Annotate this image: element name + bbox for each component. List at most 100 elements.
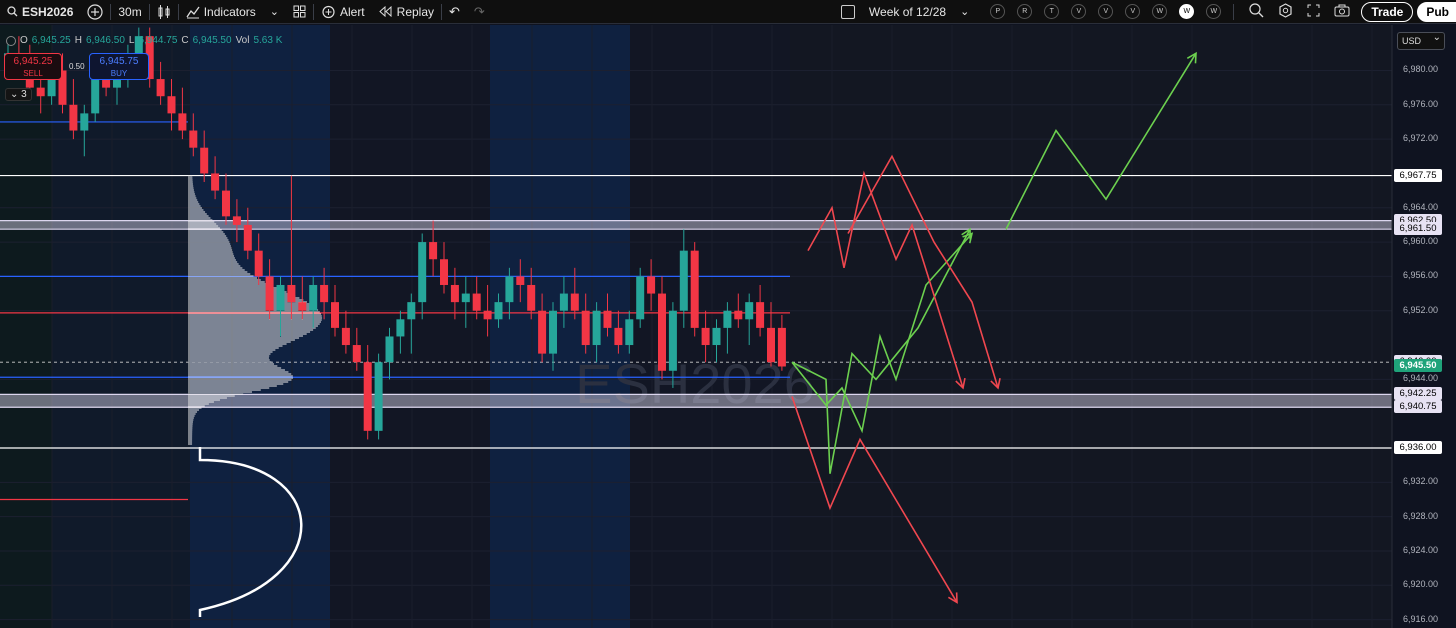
settings-button[interactable] <box>1271 0 1300 24</box>
quick-search-button[interactable] <box>1242 0 1271 24</box>
publish-button[interactable]: Pub <box>1417 0 1456 24</box>
price-tick: 6,932.00 <box>1403 476 1439 487</box>
candle-body <box>581 310 590 346</box>
candle-body <box>265 276 274 311</box>
legend-dot <box>6 35 16 46</box>
snapshot-button[interactable] <box>1327 0 1357 24</box>
price-label: 6,940.75 <box>1394 400 1442 414</box>
candle-body <box>647 276 656 294</box>
ohlc-legend: O 6,945.25 H 6,946.50 L 6,944.75 C 6,945.50 … <box>6 35 282 46</box>
candle-body <box>309 284 318 311</box>
candle-body <box>625 319 634 346</box>
compare-button[interactable] <box>80 0 110 24</box>
candle-body <box>745 302 754 320</box>
candle-body <box>167 96 176 114</box>
day-button[interactable]: W <box>1206 4 1222 19</box>
redo-button[interactable]: ↷ <box>467 0 492 24</box>
candle-body <box>756 302 765 328</box>
candle-body <box>777 327 786 367</box>
candle-body <box>440 259 448 285</box>
chart-type-button[interactable] <box>150 0 178 24</box>
vol-label: Vol <box>235 35 250 46</box>
day-button[interactable]: W <box>1179 4 1195 19</box>
buy-label: BUY <box>110 69 128 78</box>
candle-body <box>690 250 699 328</box>
c-label: C <box>181 35 189 46</box>
l-label: L <box>128 35 135 46</box>
price-tick: 6,964.00 <box>1403 201 1439 212</box>
layouts-button[interactable] <box>286 0 313 24</box>
candle-body <box>570 293 579 311</box>
day-button[interactable]: W <box>1152 4 1168 19</box>
replay-label: Replay <box>396 4 435 19</box>
candle-body <box>559 293 568 311</box>
vol-value: 5.63 K <box>253 35 283 46</box>
alert-button[interactable]: Alert <box>314 0 372 24</box>
camera-icon <box>1334 4 1350 20</box>
candle-body <box>80 113 89 131</box>
layout-grid-icon <box>293 5 306 18</box>
top-toolbar: ESH2026 30m Indicators ⌄ Alert Replay ↶ … <box>0 0 1456 24</box>
chevron-down-icon: ⌄ <box>10 89 19 100</box>
interval-button[interactable]: 30m <box>111 0 148 24</box>
candle-body <box>712 327 721 346</box>
candle-body <box>352 345 361 363</box>
fullscreen-button[interactable] <box>1300 0 1327 24</box>
candle-body <box>538 310 547 354</box>
candle-body <box>603 310 612 328</box>
day-selector: PRTVVVWWW <box>986 0 1225 24</box>
candle-body <box>679 250 688 311</box>
day-button[interactable]: V <box>1098 4 1114 19</box>
price-tick: 6,924.00 <box>1403 544 1439 555</box>
price-tick: 6,952.00 <box>1403 304 1439 315</box>
candle-body <box>178 113 187 131</box>
currency-select[interactable]: USD <box>1397 32 1445 50</box>
symbol-label: ESH2026 <box>22 4 74 19</box>
candle-body <box>156 79 165 97</box>
price-tick: 6,980.00 <box>1403 64 1439 75</box>
o-value: 6,945.25 <box>31 35 71 46</box>
candle-body <box>276 284 285 311</box>
price-tick: 6,972.00 <box>1403 133 1439 144</box>
collapse-indicators-button[interactable]: ⌄ 3 <box>5 88 32 101</box>
candle-body <box>461 293 470 303</box>
symbol-search[interactable]: ESH2026 <box>0 0 80 24</box>
indicators-button[interactable]: Indicators ⌄ <box>179 0 286 24</box>
spread-value: 0.50 <box>69 62 85 71</box>
candle-body <box>102 79 111 88</box>
alert-label: Alert <box>339 4 365 19</box>
candle-body <box>385 336 394 363</box>
day-button[interactable]: P <box>990 4 1006 19</box>
alarm-clock-icon <box>321 4 336 19</box>
buy-button[interactable]: 6,945.75 BUY <box>89 53 149 80</box>
sell-button[interactable]: 6,945.25 SELL <box>4 53 62 80</box>
day-button[interactable]: R <box>1017 4 1033 19</box>
trade-button[interactable]: Trade <box>1357 0 1417 24</box>
redo-icon: ↷ <box>473 3 485 19</box>
candle-body <box>734 310 743 320</box>
buy-price: 6,945.75 <box>99 56 139 67</box>
candle-body <box>549 310 557 354</box>
price-chart[interactable]: ESH2026 <box>0 25 1456 628</box>
candle-body <box>69 104 78 131</box>
range-checkbox-group[interactable]: Week of 12/28 ⌄ <box>834 0 976 24</box>
candles-icon <box>157 4 171 19</box>
h-label: H <box>74 35 82 46</box>
replay-button[interactable]: Replay <box>372 0 441 24</box>
candle-body <box>374 362 383 431</box>
o-label: O <box>20 35 28 46</box>
price-label: 6,961.50 <box>1394 222 1442 236</box>
c-value: 6,945.50 <box>192 35 232 46</box>
candle-body <box>592 310 601 346</box>
candle-body <box>472 293 481 311</box>
checkbox-icon[interactable] <box>840 4 855 19</box>
toolbar-divider <box>1233 3 1235 20</box>
undo-button[interactable]: ↶ <box>442 0 467 24</box>
candle-body <box>527 284 536 311</box>
candle-body <box>418 242 427 303</box>
day-button[interactable]: V <box>1071 4 1087 19</box>
candle-body <box>614 327 623 346</box>
day-button[interactable]: V <box>1125 4 1141 19</box>
day-button[interactable]: T <box>1044 4 1060 19</box>
candle-body <box>91 79 100 114</box>
